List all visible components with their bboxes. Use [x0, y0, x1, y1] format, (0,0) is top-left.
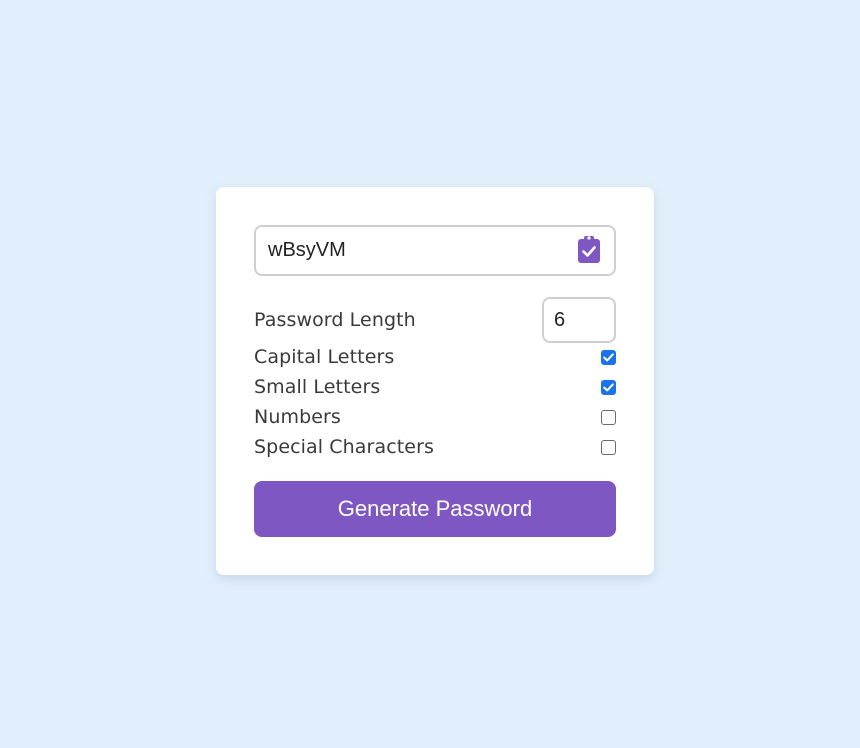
option-row-numbers: Numbers	[254, 405, 616, 429]
generate-password-button[interactable]: Generate Password	[254, 481, 616, 537]
option-label: Small Letters	[254, 376, 381, 398]
clipboard-check-icon[interactable]	[577, 234, 601, 264]
special-characters-checkbox[interactable]	[601, 439, 616, 455]
option-row-small-letters: Small Letters	[254, 375, 616, 399]
option-label: Numbers	[254, 406, 341, 428]
password-output-field	[254, 225, 616, 276]
numbers-checkbox[interactable]	[601, 409, 616, 425]
password-output-input[interactable]	[268, 227, 558, 274]
password-length-input[interactable]	[542, 297, 616, 343]
password-generator-card: Password Length Capital Letters Small Le…	[216, 187, 654, 575]
password-length-row: Password Length	[254, 297, 616, 343]
option-label: Special Characters	[254, 436, 434, 458]
option-label: Capital Letters	[254, 346, 395, 368]
option-row-capital-letters: Capital Letters	[254, 345, 616, 369]
option-row-special-characters: Special Characters	[254, 435, 616, 459]
password-length-label: Password Length	[254, 309, 416, 331]
capital-letters-checkbox[interactable]	[601, 349, 616, 365]
small-letters-checkbox[interactable]	[601, 379, 616, 395]
